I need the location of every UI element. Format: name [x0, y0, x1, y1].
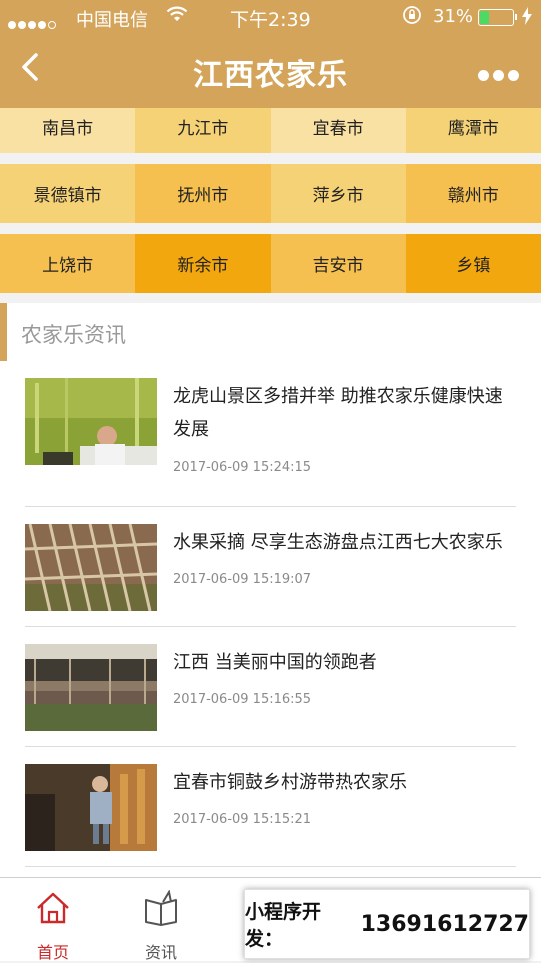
city-label: 鹰潭市 — [447, 119, 499, 139]
news-title: 龙虎山景区多措并举 助推农家乐健康快速发展 — [173, 386, 503, 440]
home-icon — [37, 892, 69, 924]
promo-phone: 13691612727 — [360, 911, 529, 937]
city-button[interactable]: 吉安市 — [270, 234, 406, 293]
news-title: 江西 当美丽中国的领跑者 — [173, 652, 377, 673]
news-thumbnail — [25, 378, 157, 465]
news-date: 2017-06-09 15:24:15 — [173, 460, 312, 475]
battery-percent: 31% — [433, 6, 474, 27]
carrier-name: 中国电信 — [76, 10, 148, 31]
nav-bar: 江西农家乐 — [0, 34, 541, 108]
city-label: 萍乡市 — [312, 186, 364, 206]
city-row-3: 上饶市 新余市 吉安市 乡镇 — [0, 234, 541, 293]
city-label: 上饶市 — [42, 256, 94, 276]
news-date: 2017-06-09 15:19:07 — [173, 572, 312, 587]
city-button[interactable]: 鹰潭市 — [405, 108, 541, 153]
city-button[interactable]: 上饶市 — [0, 234, 136, 293]
clock: 下午2:39 — [230, 9, 311, 31]
city-button[interactable]: 乡镇 — [405, 234, 541, 293]
battery-icon — [478, 9, 517, 26]
city-row-1: 南昌市 九江市 宜春市 鹰潭市 — [0, 108, 541, 153]
news-thumbnail — [25, 644, 157, 731]
news-date: 2017-06-09 15:15:21 — [173, 812, 312, 827]
city-label: 景德镇市 — [33, 186, 102, 206]
city-label: 乡镇 — [456, 256, 491, 276]
tab-label: 首页 — [36, 943, 69, 962]
city-button[interactable]: 萍乡市 — [270, 164, 406, 223]
news-thumbnail — [25, 524, 157, 611]
city-button[interactable]: 赣州市 — [405, 164, 541, 223]
city-label: 宜春市 — [312, 119, 364, 139]
city-button[interactable]: 南昌市 — [0, 108, 136, 153]
city-button[interactable]: 新余市 — [135, 234, 271, 293]
book-icon — [145, 890, 177, 926]
more-menu-button[interactable] — [478, 66, 523, 85]
signal-strength-icon — [8, 13, 58, 34]
city-label: 抚州市 — [177, 186, 229, 206]
city-label: 南昌市 — [42, 119, 94, 139]
news-thumbnail — [25, 764, 157, 851]
city-label: 赣州市 — [447, 186, 499, 206]
divider — [25, 506, 516, 507]
section-title: 农家乐资讯 — [21, 323, 126, 347]
divider — [25, 746, 516, 747]
page-title: 江西农家乐 — [193, 58, 348, 93]
city-label: 新余市 — [177, 256, 229, 276]
promo-banner: 小程序开发： 13691612727 — [244, 889, 530, 959]
promo-label: 小程序开发： — [245, 901, 322, 950]
city-label: 吉安市 — [312, 256, 364, 276]
rotation-lock-icon — [402, 5, 422, 30]
divider — [25, 626, 516, 627]
charging-icon — [521, 6, 533, 31]
city-button[interactable]: 九江市 — [135, 108, 271, 153]
news-title: 水果采摘 尽享生态游盘点江西七大农家乐 — [173, 532, 503, 553]
news-date: 2017-06-09 15:16:55 — [173, 692, 312, 707]
tab-label: 资讯 — [144, 943, 177, 962]
news-section: 农家乐资讯 龙虎山景区多措并举 助推农家乐健康快速发展 2017-06-09 1… — [0, 303, 541, 877]
status-bar: 中国电信 下午2:39 31% — [0, 0, 541, 34]
city-button[interactable]: 宜春市 — [270, 108, 406, 153]
section-accent-bar — [0, 303, 7, 361]
city-button[interactable]: 抚州市 — [135, 164, 271, 223]
news-title: 宜春市铜鼓乡村游带热农家乐 — [173, 772, 407, 793]
divider — [25, 866, 516, 867]
city-label: 九江市 — [177, 119, 229, 139]
wifi-icon — [166, 4, 188, 29]
city-button[interactable]: 景德镇市 — [0, 164, 136, 223]
city-row-2: 景德镇市 抚州市 萍乡市 赣州市 — [0, 164, 541, 223]
